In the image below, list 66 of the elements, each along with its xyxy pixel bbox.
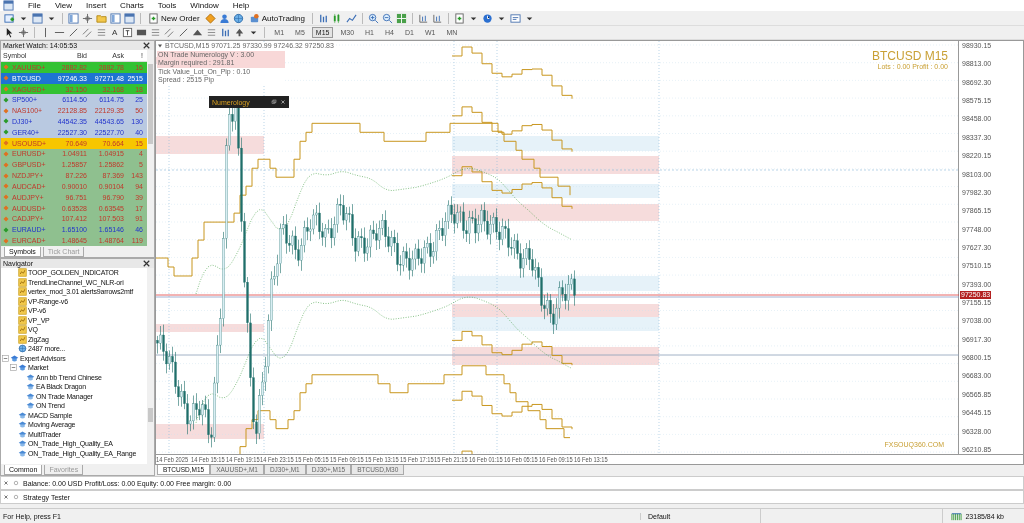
cap-icon [26,391,35,401]
window-icon[interactable] [124,12,135,24]
text-tool-button[interactable]: A [110,26,120,39]
trend-line-icon[interactable] [68,27,79,38]
document-plus-icon [148,12,159,24]
label-icon[interactable] [122,27,134,38]
line-chart-icon[interactable] [346,12,357,24]
symbol-label: BTCUSD M15 [872,49,948,63]
globe-icon[interactable] [232,12,244,24]
menu-item[interactable]: Tools [157,0,177,11]
channel-icon[interactable] [82,27,93,38]
indicator-icon [18,315,27,325]
cap-icon [18,448,27,458]
profiles-icon[interactable] [32,12,43,24]
close-icon[interactable] [141,258,152,269]
zoom-out-icon[interactable] [382,12,393,24]
indicator-icon [18,268,27,278]
cap-icon [26,401,35,411]
zoom-in-icon[interactable] [368,12,379,24]
indicator-icon [18,306,27,316]
collapse-icon[interactable] [10,364,17,372]
menu-item[interactable]: File [28,0,41,11]
globe-icon [18,344,27,354]
channel-icon[interactable] [164,27,176,38]
indicator-icon [18,325,27,335]
rectangle-icon[interactable] [136,27,148,38]
cap-icon [18,363,27,373]
indicator-icon [18,296,27,306]
menu-item[interactable]: Charts [120,0,144,11]
menu-item[interactable]: View [54,0,73,11]
crosshair-icon[interactable] [18,27,29,38]
new-order-button[interactable]: New Order [146,11,202,25]
cap-icon [18,410,27,420]
autotrading-button[interactable]: AutoTrading [246,11,307,25]
bar-chart-icon[interactable] [220,27,232,38]
collapse-icon[interactable] [2,354,9,362]
chart-shift-icon[interactable] [432,12,443,24]
indicator-icon [18,277,27,287]
fibonacci-icon[interactable] [206,27,218,38]
menu-item[interactable]: Window [190,0,219,11]
market-watch-icon[interactable] [68,12,79,24]
folder-icon[interactable] [96,12,107,24]
menu-item[interactable]: Help [232,0,250,11]
indicator-icon [18,334,27,344]
autoscroll-icon[interactable] [418,12,429,24]
close-icon[interactable] [141,40,152,51]
app-icon[interactable] [3,0,14,11]
indicator-icon [18,287,27,297]
clock-icon[interactable] [482,12,493,24]
cap-icon [26,372,35,382]
bar-chart-icon[interactable] [318,12,329,24]
menu-item[interactable]: Insert [86,0,107,11]
cap-icon [18,429,27,439]
restore-icon[interactable] [271,99,277,105]
tile-windows-icon[interactable] [396,12,407,24]
trend-line-icon[interactable] [178,27,190,38]
indicators-icon[interactable] [454,12,465,24]
fibonacci-icon[interactable] [96,27,107,38]
connection-bars-icon [951,510,963,522]
person-icon[interactable] [218,12,230,24]
scrollbar[interactable] [147,268,154,464]
triangle-icon[interactable] [192,27,204,38]
scrollbar[interactable] [147,50,154,246]
cap-icon [10,353,19,363]
crosshair-icon[interactable] [82,12,93,24]
caret-icon[interactable] [157,43,163,50]
